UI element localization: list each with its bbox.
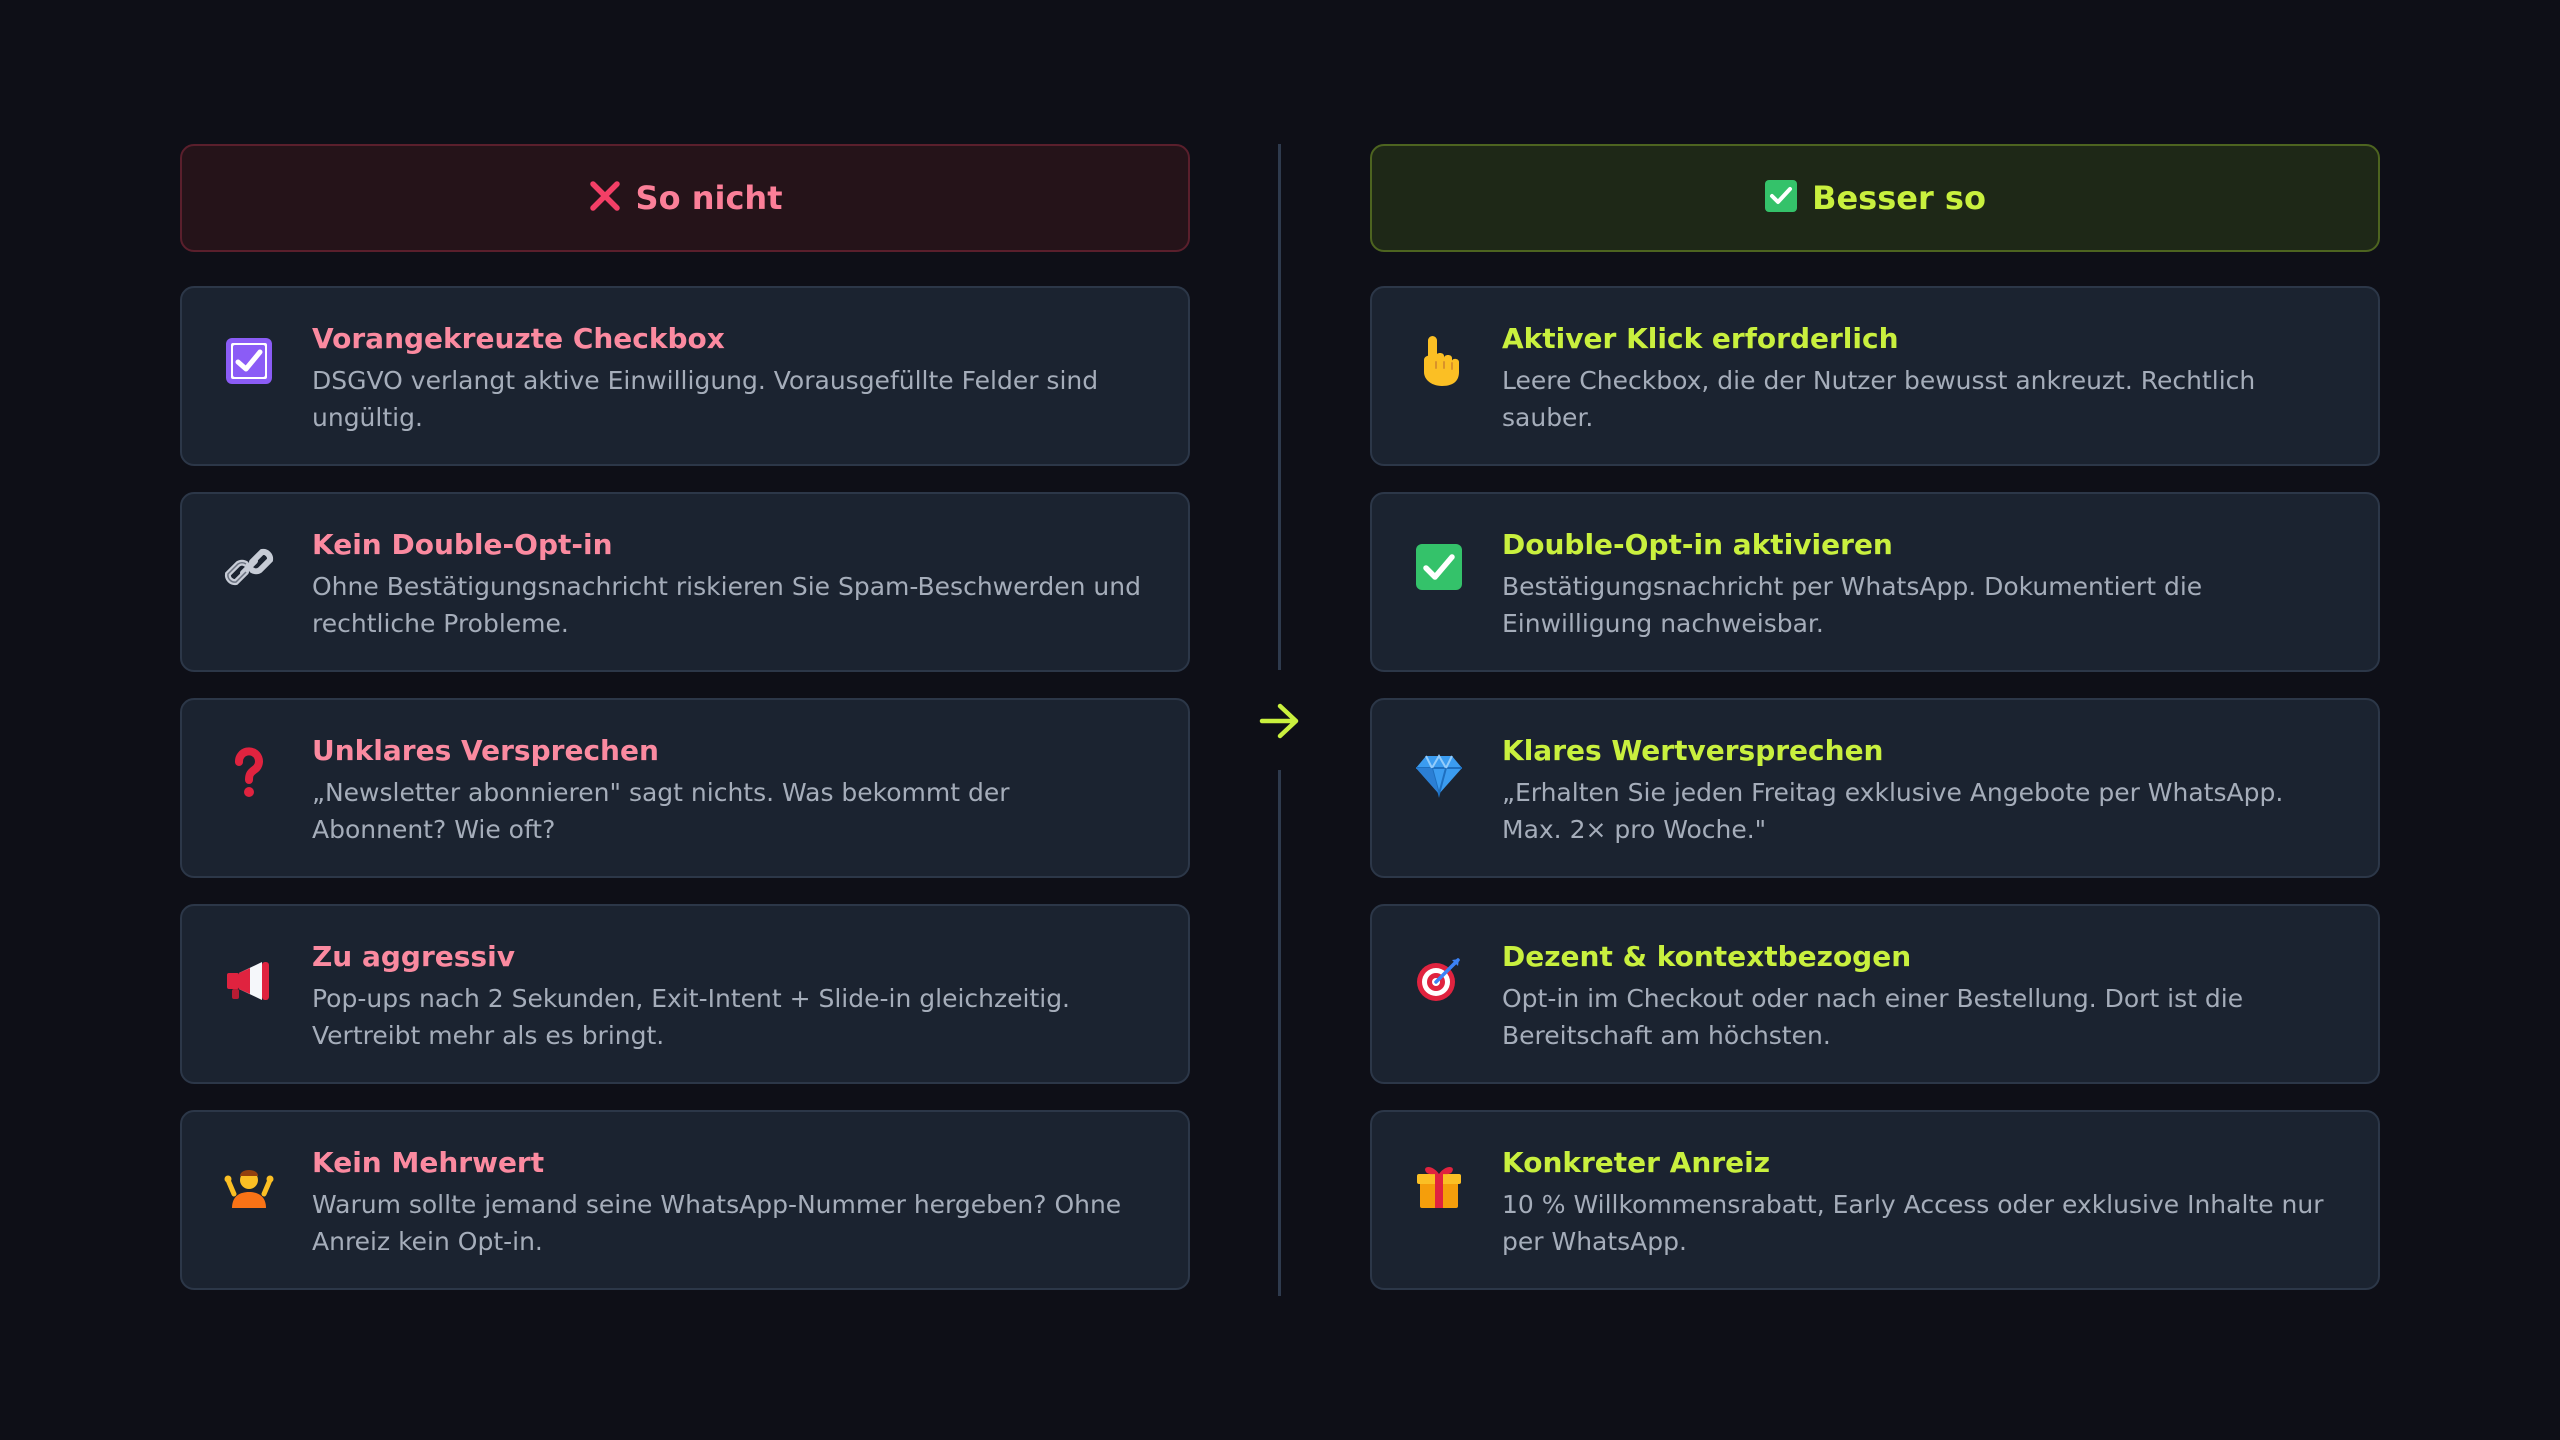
card-title: Dezent & kontextbezogen: [1502, 940, 1912, 973]
card-title: Konkreter Anreiz: [1502, 1146, 1771, 1179]
card-title: Aktiver Klick erforderlich: [1502, 322, 1899, 355]
bad-card: Kein Double-Opt-in Ohne Bestätigungsnach…: [180, 492, 1190, 672]
card-title: Unklares Versprechen: [312, 734, 659, 767]
card-title: Kein Mehrwert: [312, 1146, 545, 1179]
cross-icon: [588, 179, 622, 217]
shrug-icon: [222, 1158, 276, 1212]
bad-header: So nicht: [180, 144, 1190, 252]
card-title: Kein Double-Opt-in: [312, 528, 613, 561]
card-title: Klares Wertversprechen: [1502, 734, 1884, 767]
gift-icon: [1412, 1158, 1466, 1212]
card-description: Pop-ups nach 2 Sekunden, Exit-Intent + S…: [312, 984, 1071, 1050]
arrow-right-icon: [1256, 698, 1304, 744]
good-card: Konkreter Anreiz 10 % Willkommensrabatt,…: [1370, 1110, 2380, 1290]
link-icon: [222, 540, 276, 594]
good-card: Klares Wertversprechen „Erhalten Sie jed…: [1370, 698, 2380, 878]
good-card: Double-Opt-in aktivieren Bestätigungsnac…: [1370, 492, 2380, 672]
good-card: Aktiver Klick erforderlich Leere Checkbo…: [1370, 286, 2380, 466]
megaphone-icon: [222, 952, 276, 1006]
good-card: Dezent & kontextbezogen Opt-in im Checko…: [1370, 904, 2380, 1084]
card-title: Vorangekreuzte Checkbox: [312, 322, 725, 355]
card-description: 10 % Willkommensrabatt, Early Access ode…: [1502, 1190, 2324, 1256]
bad-card: Kein Mehrwert Warum sollte jemand seine …: [180, 1110, 1190, 1290]
divider-line-bottom: [1278, 770, 1281, 1296]
bad-card: Zu aggressiv Pop-ups nach 2 Sekunden, Ex…: [180, 904, 1190, 1084]
card-description: „Erhalten Sie jeden Freitag exklusive An…: [1502, 778, 2284, 844]
diamond-icon: [1412, 746, 1466, 800]
bad-header-title: So nicht: [635, 179, 783, 217]
question-mark-icon: [222, 746, 276, 800]
card-description: Ohne Bestätigungsnachricht riskieren Sie…: [312, 572, 1141, 638]
card-description: Warum sollte jemand seine WhatsApp-Numme…: [312, 1190, 1122, 1256]
check-box-icon: [1412, 540, 1466, 594]
comparison-slide: So nicht Vorangekreuzte Checkbox DSGVO v…: [0, 0, 2560, 1440]
good-practices-column: Besser so Aktiver Klick erforderlich Lee…: [1370, 144, 2380, 1290]
bad-card: Unklares Versprechen „Newsletter abonnie…: [180, 698, 1190, 878]
bad-practices-column: So nicht Vorangekreuzte Checkbox DSGVO v…: [180, 144, 1190, 1290]
bad-card: Vorangekreuzte Checkbox DSGVO verlangt a…: [180, 286, 1190, 466]
good-header-title: Besser so: [1812, 179, 1986, 217]
card-title: Double-Opt-in aktivieren: [1502, 528, 1893, 561]
card-description: Leere Checkbox, die der Nutzer bewusst a…: [1502, 366, 2256, 432]
pointing-hand-icon: [1412, 334, 1466, 388]
card-title: Zu aggressiv: [312, 940, 515, 973]
good-header: Besser so: [1370, 144, 2380, 252]
card-description: Opt-in im Checkout oder nach einer Beste…: [1502, 984, 2244, 1050]
target-icon: [1412, 952, 1466, 1006]
card-description: Bestätigungsnachricht per WhatsApp. Doku…: [1502, 572, 2203, 638]
checked-checkbox-icon: [222, 334, 276, 388]
divider-line-top: [1278, 144, 1281, 670]
check-box-icon: [1764, 179, 1798, 217]
card-description: „Newsletter abonnieren" sagt nichts. Was…: [312, 778, 1010, 844]
card-description: DSGVO verlangt aktive Einwilligung. Vora…: [312, 366, 1099, 432]
